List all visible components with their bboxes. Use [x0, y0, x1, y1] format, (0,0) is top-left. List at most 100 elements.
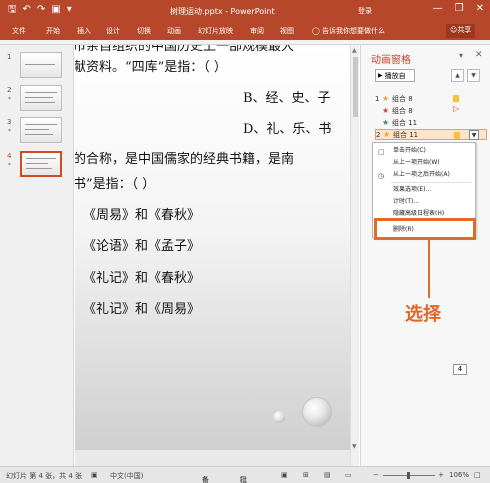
menu-item-with-previous[interactable]: 从上一项开始(W): [373, 157, 475, 169]
fit-to-window-icon[interactable]: □: [474, 471, 481, 479]
slide-thumbnail[interactable]: [20, 52, 62, 78]
slide-option-d[interactable]: D、礼、乐、书: [243, 122, 331, 138]
menu-item-effect-options[interactable]: 效果选项(E)...: [373, 184, 475, 196]
slide-sorter-icon[interactable]: ⊞: [303, 471, 309, 479]
undo-icon[interactable]: ↶: [23, 4, 31, 16]
animation-star-icon: *: [8, 162, 11, 169]
entrance-star-icon: ★: [382, 94, 390, 103]
restore-icon[interactable]: ❐: [455, 3, 464, 14]
animation-index: 2: [376, 130, 381, 139]
animation-label: 组合 11: [393, 130, 419, 139]
page-number-box[interactable]: 4: [453, 364, 467, 375]
annotation-pointer-line: [428, 240, 430, 298]
thumb-number: 2: [7, 86, 12, 94]
tab-home[interactable]: 开始: [46, 26, 60, 36]
tell-me-search[interactable]: ◯ 告诉我你想要做什么: [312, 26, 385, 36]
move-down-button[interactable]: ▼: [467, 69, 480, 82]
thumb-text-line: [25, 124, 57, 125]
slideshow-view-icon[interactable]: ▭: [345, 471, 352, 479]
notes-label: 备注: [202, 476, 209, 483]
redo-icon[interactable]: ↷: [37, 4, 45, 16]
animation-item[interactable]: ★ 组合 8 ▷: [375, 104, 487, 116]
slide-editing-area: 市亲自组织的中国历史上一部规模最大 献资料。“四库”是指：（ ） B、经、史、子…: [75, 45, 358, 466]
scroll-thumb[interactable]: [353, 57, 358, 117]
thumb-text-line: [25, 129, 49, 130]
normal-view-icon[interactable]: ▣: [281, 471, 288, 479]
tab-slideshow[interactable]: 幻灯片放映: [198, 26, 233, 36]
scroll-up-icon[interactable]: ▲: [352, 47, 357, 54]
slide-answer-option[interactable]: 《礼记》和《春秋》: [83, 271, 200, 287]
menu-divider: [391, 182, 471, 183]
slide-thumbnail[interactable]: [20, 85, 62, 111]
chevron-down-icon[interactable]: ▼: [469, 130, 479, 140]
slide-answer-option[interactable]: 《礼记》和《周易》: [83, 302, 200, 318]
animation-item[interactable]: 1 ★ 组合 8: [375, 93, 487, 104]
status-bar: 幻灯片 第 4 张，共 4 张 ▣ 中文(中国) ≡ 备注 □ 批注 ▣ ⊞ ▤…: [0, 466, 490, 483]
qat-more-icon[interactable]: ▾: [67, 4, 72, 16]
tab-transitions[interactable]: 切换: [137, 26, 151, 36]
play-from-button[interactable]: ▶ 播放自: [375, 69, 415, 82]
menu-item-timing[interactable]: 计时(T)...: [373, 196, 475, 208]
thumb-text-line: [25, 97, 53, 98]
slide-thumbnail[interactable]: [20, 117, 62, 143]
window-controls: — ❐ ✕: [433, 3, 484, 14]
zoom-level[interactable]: 106%: [449, 471, 469, 479]
slide-text-line[interactable]: 市亲自组织的中国历史上一部规模最大: [75, 45, 294, 55]
zoom-out-icon[interactable]: −: [373, 471, 379, 479]
tab-file[interactable]: 文件: [12, 26, 26, 36]
slide-text-line[interactable]: 的合称，是中国儒家的经典书籍，是南: [75, 152, 294, 168]
save-icon[interactable]: 🖫: [8, 4, 17, 16]
animation-pane-title: 动画窗格: [371, 55, 411, 66]
animation-index: 1: [375, 94, 380, 103]
share-label: 共享: [457, 26, 472, 34]
close-icon[interactable]: ✕: [475, 50, 483, 60]
timeline-bar: [453, 95, 459, 102]
clock-icon: ◷: [378, 172, 385, 180]
ribbon-tabs: 文件 开始 插入 设计 切换 动画 幻灯片放映 审阅 视图 ◯ 告诉我你想要做什…: [0, 22, 490, 40]
reading-view-icon[interactable]: ▤: [324, 471, 331, 479]
spellcheck-icon[interactable]: ▣: [91, 471, 98, 479]
play-icon: ▶: [378, 72, 383, 79]
menu-item-label: 计时(T)...: [393, 198, 420, 205]
close-icon[interactable]: ✕: [476, 3, 484, 14]
slideshow-icon[interactable]: ▣: [51, 4, 60, 16]
animation-label: 组合 8: [392, 94, 413, 103]
slide-canvas[interactable]: 市亲自组织的中国历史上一部规模最大 献资料。“四库”是指：（ ） B、经、史、子…: [75, 45, 351, 450]
slide-text-line[interactable]: 书”是指：（ ）: [75, 177, 155, 193]
tab-review[interactable]: 审阅: [250, 26, 264, 36]
slide-answer-option[interactable]: 《论语》和《孟子》: [83, 239, 200, 255]
login-link[interactable]: 登录: [358, 6, 372, 16]
thumb-text-line: [25, 64, 55, 65]
vertical-scrollbar[interactable]: ▲ ▼: [350, 45, 359, 466]
animation-item-selected[interactable]: 2 ★ 组合 11 ▼: [375, 129, 487, 140]
thumb-text-line: [25, 134, 53, 135]
comments-label: 批注: [240, 476, 247, 483]
slide-text-line[interactable]: 献资料。“四库”是指：（ ）: [75, 60, 227, 76]
menu-item-label: 效果选项(E)...: [393, 186, 432, 193]
menu-item-after-previous[interactable]: ◷ 从上一项之后开始(A): [373, 169, 475, 181]
animation-label: 组合 11: [392, 118, 418, 127]
scroll-down-icon[interactable]: ▼: [352, 443, 357, 450]
decorative-bubble: [302, 397, 332, 427]
tab-design[interactable]: 设计: [106, 26, 120, 36]
zoom-slider-thumb[interactable]: [407, 472, 410, 479]
slide-answer-option[interactable]: 《周易》和《春秋》: [83, 208, 200, 224]
slide-counter: 幻灯片 第 4 张，共 4 张: [6, 472, 83, 480]
menu-item-label: 单击开始(C): [393, 147, 426, 154]
zoom-in-icon[interactable]: +: [438, 471, 444, 479]
share-button[interactable]: ☺共享: [446, 24, 476, 38]
tab-view[interactable]: 视图: [280, 26, 294, 36]
move-up-button[interactable]: ▲: [451, 69, 464, 82]
thumb-number: 1: [7, 53, 12, 61]
animation-item[interactable]: ★ 组合 11: [375, 117, 487, 128]
language-indicator[interactable]: 中文(中国): [110, 471, 143, 481]
animation-pane: 动画窗格 ▾ ✕ ▶ 播放自 ▲ ▼ 1 ★ 组合 8 ★ 组合 8 ▷ ★ 组…: [360, 45, 490, 466]
tab-animations[interactable]: 动画: [167, 26, 181, 36]
menu-item-start-on-click[interactable]: ▢ 单击开始(C): [373, 145, 475, 157]
slide-option-b[interactable]: B、经、史、子: [243, 91, 331, 107]
minimize-icon[interactable]: —: [433, 3, 443, 14]
title-bar: 🖫 ↶ ↷ ▣ ▾ 树理运动.pptx - PowerPoint 登录 — ❐ …: [0, 0, 490, 22]
slide-thumbnail-selected[interactable]: [20, 151, 62, 177]
pane-options-icon[interactable]: ▾: [459, 51, 463, 60]
tab-insert[interactable]: 插入: [77, 26, 91, 36]
